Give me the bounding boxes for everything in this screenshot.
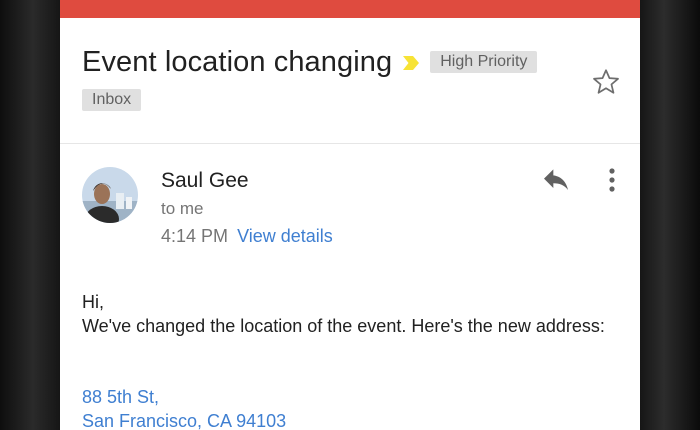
phone-frame: Event location changing High Priority In… xyxy=(0,0,700,430)
time-row: 4:14 PM View details xyxy=(161,226,333,247)
email-screen: Event location changing High Priority In… xyxy=(60,0,640,430)
subject-row: Event location changing High Priority xyxy=(82,44,538,80)
address-line-1[interactable]: 88 5th St, xyxy=(82,387,159,408)
high-priority-chip[interactable]: High Priority xyxy=(430,51,538,73)
reply-icon[interactable] xyxy=(540,164,572,196)
more-vert-icon[interactable] xyxy=(600,164,624,196)
email-time: 4:14 PM xyxy=(161,226,229,246)
header-divider xyxy=(60,143,640,144)
phone-bezel-left xyxy=(0,0,60,430)
star-icon[interactable] xyxy=(590,66,622,98)
email-body: Hi, We've changed the location of the ev… xyxy=(82,290,622,338)
phone-bezel-right xyxy=(640,0,700,430)
inbox-label-chip[interactable]: Inbox xyxy=(82,89,142,111)
app-bar xyxy=(60,0,640,18)
sender-avatar[interactable] xyxy=(82,167,138,223)
sender-name: Saul Gee xyxy=(161,169,249,192)
recipient-text: to me xyxy=(161,199,204,218)
email-subject: Event location changing xyxy=(82,45,393,78)
address-line-2[interactable]: San Francisco, CA 94103 xyxy=(82,411,286,430)
email-greeting: Hi, xyxy=(82,292,104,312)
email-message: We've changed the location of the event.… xyxy=(82,316,605,336)
view-details-link[interactable]: View details xyxy=(237,226,333,246)
importance-marker-icon[interactable] xyxy=(400,52,422,74)
